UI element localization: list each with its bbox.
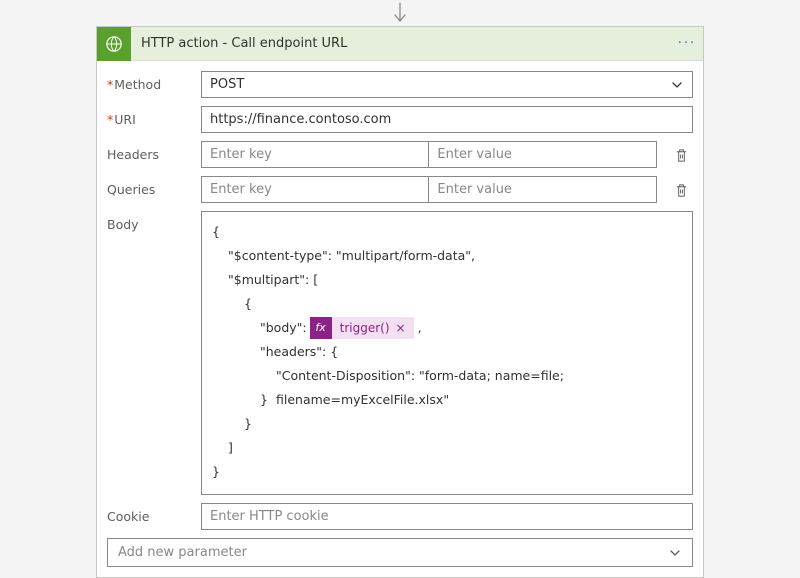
headers-label: Headers [107, 141, 201, 162]
body-line: { [212, 292, 682, 316]
expression-token[interactable]: fx trigger() × [310, 317, 414, 339]
method-select[interactable]: POST [201, 71, 693, 98]
card-menu-button[interactable]: ··· [671, 36, 703, 51]
body-line: "$multipart": [ [212, 268, 682, 292]
body-editor[interactable]: { "$content-type": "multipart/form-data"… [201, 211, 693, 495]
token-remove-icon[interactable]: × [396, 316, 406, 340]
queries-value-input[interactable] [428, 176, 656, 203]
body-label: Body [107, 211, 201, 232]
http-action-card: HTTP action - Call endpoint URL ··· *Met… [96, 26, 704, 578]
cookie-label: Cookie [107, 503, 201, 524]
body-line: } [212, 412, 682, 436]
headers-delete-button[interactable] [671, 143, 693, 167]
queries-label: Queries [107, 176, 201, 197]
body-line: "Content-Disposition": "form-data; name=… [212, 364, 682, 388]
body-line: { [212, 220, 682, 244]
fx-icon: fx [310, 317, 332, 339]
body-line: } [212, 460, 682, 484]
method-label: *Method [107, 71, 201, 92]
cookie-input[interactable] [201, 503, 693, 530]
uri-label: *URI [107, 106, 201, 127]
http-globe-icon [97, 27, 131, 61]
uri-input[interactable] [201, 106, 693, 133]
add-parameter-dropdown[interactable]: Add new parameter [107, 538, 693, 567]
body-line: ] [212, 436, 682, 460]
queries-delete-button[interactable] [671, 178, 693, 202]
chevron-down-icon [670, 78, 684, 92]
card-header: HTTP action - Call endpoint URL ··· [97, 27, 703, 61]
card-body: *Method POST *URI Headers [97, 61, 703, 538]
expression-text: trigger() [340, 316, 390, 340]
body-line: "headers": { [212, 340, 682, 364]
queries-key-input[interactable] [201, 176, 428, 203]
chevron-down-icon [668, 546, 682, 560]
headers-key-input[interactable] [201, 141, 428, 168]
card-title: HTTP action - Call endpoint URL [131, 36, 671, 51]
headers-value-input[interactable] [428, 141, 656, 168]
body-line: "$content-type": "multipart/form-data", [212, 244, 682, 268]
body-line: "body": fx trigger() × , [212, 316, 682, 340]
